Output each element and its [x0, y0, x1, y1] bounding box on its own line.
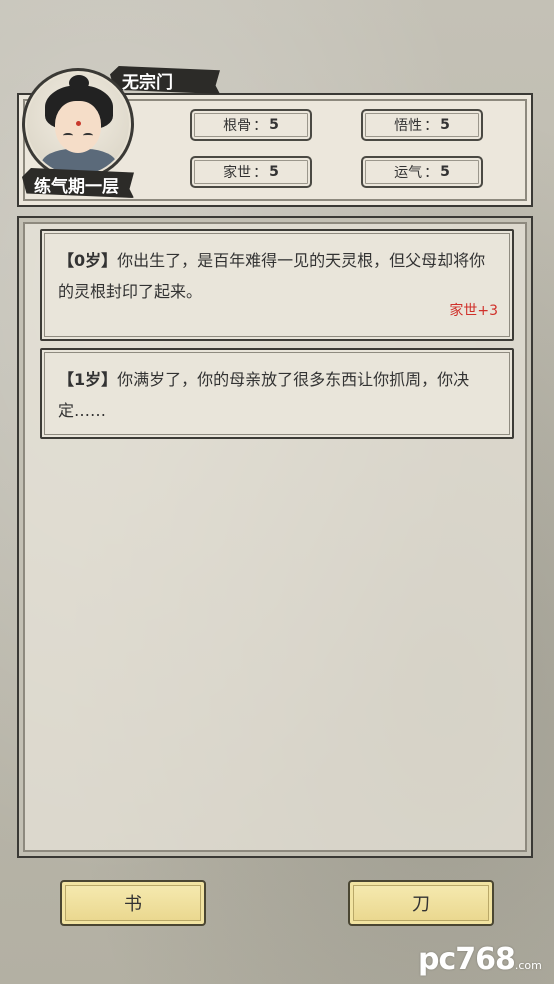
- log-entry-text: 你满岁了，你的母亲放了很多东西让你抓周，你决定……: [58, 370, 470, 420]
- choice-button-blade[interactable]: 刀: [348, 880, 494, 926]
- watermark-text: pc768: [418, 942, 516, 977]
- stat-comprehension: 悟性： 5: [361, 109, 483, 141]
- watermark-sub: .com: [514, 959, 542, 972]
- log-entry-text: 你出生了，是百年难得一见的天灵根，但父母却将你的灵根封印了起来。: [58, 251, 486, 301]
- avatar-portrait: [25, 71, 131, 177]
- log-entry: 【0岁】你出生了，是百年难得一见的天灵根，但父母却将你的灵根封印了起来。 家世+…: [40, 229, 514, 341]
- log-entry-effect: 家世+3: [449, 303, 498, 319]
- player-avatar[interactable]: [22, 68, 134, 180]
- stat-label: 家世: [223, 165, 252, 181]
- avatar-face: [55, 101, 101, 153]
- choice-label: 书: [124, 894, 142, 915]
- avatar-eye-left: [63, 133, 73, 138]
- stat-label: 根骨: [223, 118, 252, 134]
- choice-label: 刀: [412, 894, 430, 915]
- avatar-eye-right: [83, 133, 93, 138]
- cultivation-realm: 练气期一层: [34, 177, 119, 197]
- choice-button-book[interactable]: 书: [60, 880, 206, 926]
- stat-value: 5: [440, 117, 450, 133]
- site-watermark: pc768.com: [418, 942, 542, 977]
- avatar-hair-bun: [69, 75, 89, 91]
- log-entry-age: 【0岁】: [58, 251, 118, 270]
- log-entry-age: 【1岁】: [58, 370, 118, 389]
- sect-name: 无宗门: [122, 73, 173, 93]
- stat-value: 5: [440, 164, 450, 180]
- stat-constitution: 根骨： 5: [190, 109, 312, 141]
- avatar-forehead-mark: [76, 121, 81, 126]
- stat-label: 悟性: [394, 118, 423, 134]
- stat-label: 运气: [394, 165, 423, 181]
- stat-family: 家世： 5: [190, 156, 312, 188]
- stat-value: 5: [269, 117, 279, 133]
- stat-value: 5: [269, 164, 279, 180]
- stat-luck: 运气： 5: [361, 156, 483, 188]
- log-entry: 【1岁】你满岁了，你的母亲放了很多东西让你抓周，你决定……: [40, 348, 514, 439]
